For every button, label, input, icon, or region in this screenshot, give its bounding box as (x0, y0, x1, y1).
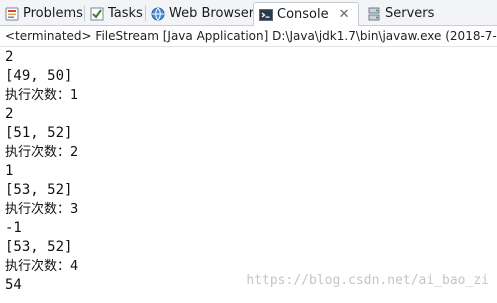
servers-icon (366, 6, 382, 22)
tab-tasks[interactable]: Tasks (89, 2, 143, 25)
console-line: [49, 50] (5, 68, 73, 84)
tab-servers-label: Servers (385, 6, 435, 21)
tasks-icon (89, 6, 105, 22)
view-tab-bar: Problems Tasks Web Browser Console ✕ Ser… (0, 0, 497, 26)
console-line: 执行次数：1 (5, 88, 79, 103)
web-browser-icon (150, 6, 166, 22)
tab-problems[interactable]: Problems (4, 2, 83, 25)
console-line: 1 (5, 163, 14, 179)
tab-divider (84, 6, 85, 21)
tab-web-browser[interactable]: Web Browser (150, 2, 254, 25)
process-status: <terminated> FileStream [Java Applicatio… (0, 26, 497, 47)
console-line: 2 (5, 106, 14, 122)
close-icon[interactable]: ✕ (339, 8, 350, 21)
watermark: https://blog.csdn.net/ai_bao_zi (246, 273, 489, 288)
console-icon (258, 7, 274, 23)
tab-console-label: Console (277, 7, 329, 22)
tab-problems-label: Problems (23, 6, 83, 21)
console-line: [53, 52] (5, 182, 73, 198)
console-line: [51, 52] (5, 125, 73, 141)
console-line: [53, 52] (5, 239, 73, 255)
problems-icon (4, 6, 20, 22)
tab-servers[interactable]: Servers (366, 2, 434, 25)
tab-divider (145, 6, 146, 21)
console-line: 2 (5, 49, 14, 65)
tab-web-browser-label: Web Browser (169, 6, 255, 21)
tab-tasks-label: Tasks (108, 6, 143, 21)
console-line: 执行次数：2 (5, 145, 79, 160)
console-line: 执行次数：3 (5, 202, 79, 217)
tab-console[interactable]: Console ✕ (253, 2, 359, 26)
console-line: -1 (5, 220, 22, 236)
console-output: 2 [49, 50] 执行次数：1 2 [51, 52] 执行次数：2 1 [5… (0, 48, 497, 303)
